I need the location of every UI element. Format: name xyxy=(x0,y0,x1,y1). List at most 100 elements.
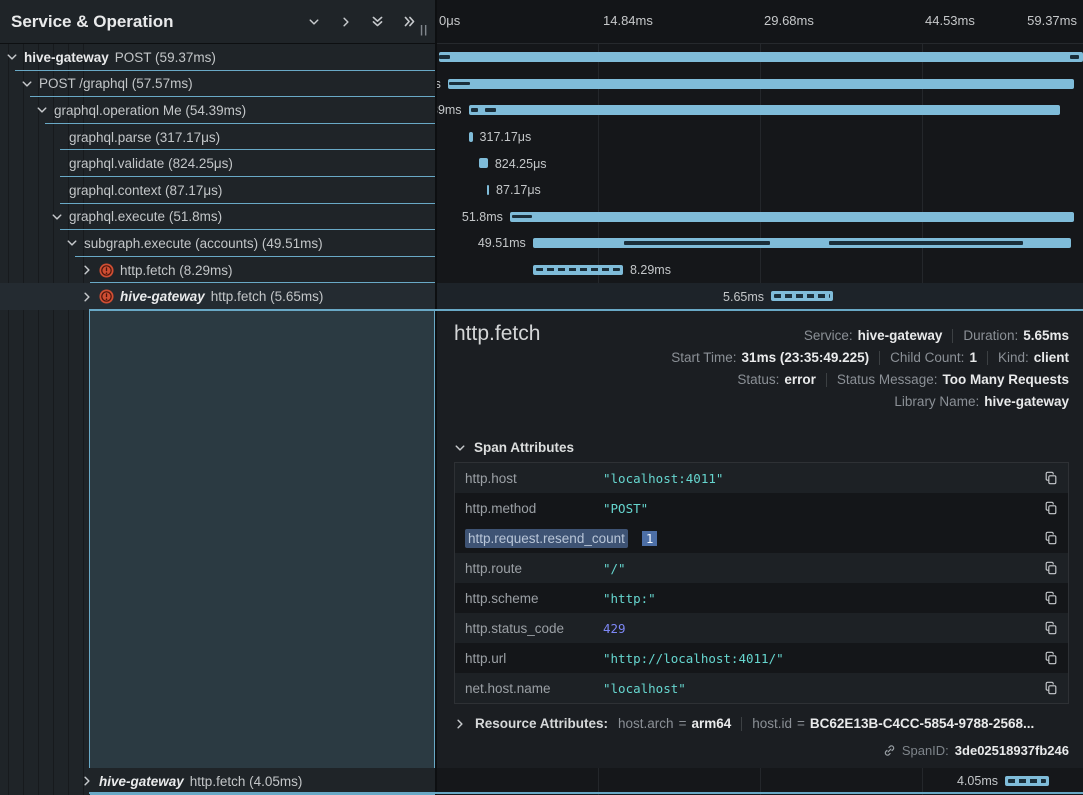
tree-row[interactable]: hive-gatewayPOST (59.37ms) xyxy=(0,44,435,71)
copy-button[interactable] xyxy=(1044,591,1058,605)
tick-label: 0μs xyxy=(439,13,460,28)
copy-button[interactable] xyxy=(1044,651,1058,665)
span-bar[interactable] xyxy=(533,265,623,275)
span-bar-label: 824.25μs xyxy=(495,157,547,171)
chevron-down-icon[interactable] xyxy=(51,211,63,223)
span-bar[interactable] xyxy=(771,291,832,301)
resource-attributes-row[interactable]: Resource Attributes: host.arch=arm64host… xyxy=(454,716,1034,731)
chevron-down-icon[interactable] xyxy=(36,104,48,116)
attr-value: "http:" xyxy=(603,591,1044,606)
attr-row[interactable]: net.host.name"localhost" xyxy=(455,673,1068,703)
meta-value: Too Many Requests xyxy=(942,369,1069,391)
copy-button[interactable] xyxy=(1044,681,1058,695)
chevron-right-icon[interactable] xyxy=(81,291,93,303)
meta-separator xyxy=(952,329,953,343)
span-bar-label: 57.57ms xyxy=(437,77,441,91)
attr-row[interactable]: http.request.resend_count1 xyxy=(455,523,1068,553)
timeline-row[interactable]: 8.29ms xyxy=(437,257,1083,284)
attr-row[interactable]: http.scheme"http:" xyxy=(455,583,1068,613)
timeline-row[interactable]: 87.17μs xyxy=(437,177,1083,204)
timeline-row[interactable]: 54.39ms xyxy=(437,97,1083,124)
tree-row[interactable]: graphql.execute (51.8ms) xyxy=(0,204,435,231)
child-span-segment xyxy=(471,108,479,112)
span-bar[interactable] xyxy=(448,79,1074,89)
tree-row[interactable]: POST /graphql (57.57ms) xyxy=(0,71,435,98)
double-chevron-down-icon xyxy=(371,15,384,28)
meta-row: Start Time:31ms (23:35:49.225)Child Coun… xyxy=(671,347,1069,369)
attr-key: http.route xyxy=(455,561,603,576)
meta-row: Status:errorStatus Message:Too Many Requ… xyxy=(737,369,1069,391)
expand-one-button[interactable] xyxy=(334,10,357,33)
timeline-row[interactable]: 57.57ms xyxy=(437,71,1083,98)
attr-row[interactable]: http.method"POST" xyxy=(455,493,1068,523)
tree-row[interactable]: hive-gatewayhttp.fetch (4.05ms) xyxy=(0,768,435,795)
child-span-segment xyxy=(439,55,450,59)
trace-viewer: hive-gatewayPOST (59.37ms)POST /graphql … xyxy=(0,0,1083,795)
chevron-down-icon[interactable] xyxy=(21,78,33,90)
span-label: POST (59.37ms) xyxy=(115,50,216,65)
timeline-row[interactable]: 51.8ms xyxy=(437,204,1083,231)
chevron-down-icon[interactable] xyxy=(6,51,18,63)
copy-button[interactable] xyxy=(1044,621,1058,635)
span-bar-label: 4.05ms xyxy=(957,774,998,788)
span-bar[interactable] xyxy=(439,52,1083,62)
meta-value: 5.65ms xyxy=(1023,325,1069,347)
meta-value: client xyxy=(1034,347,1069,369)
attr-key: http.status_code xyxy=(455,621,603,636)
tick-label: 44.53ms xyxy=(925,13,975,28)
chevron-down-icon[interactable] xyxy=(66,237,78,249)
attr-row[interactable]: http.status_code429 xyxy=(455,613,1068,643)
tree-row[interactable]: graphql.validate (824.25μs) xyxy=(0,150,435,177)
attr-value: 1 xyxy=(642,531,1044,546)
span-bar[interactable] xyxy=(510,212,1074,222)
timeline-row[interactable]: 49.51ms xyxy=(437,230,1083,257)
expand-all-button[interactable] xyxy=(398,10,421,33)
collapse-all-button[interactable] xyxy=(366,10,389,33)
copy-button[interactable] xyxy=(1044,531,1058,545)
attr-key: http.url xyxy=(455,651,603,666)
span-bar[interactable] xyxy=(469,132,472,142)
attr-value: "localhost:4011" xyxy=(603,471,1044,486)
copy-button[interactable] xyxy=(1044,471,1058,485)
attr-row[interactable]: http.host"localhost:4011" xyxy=(455,463,1068,493)
span-id-value: 3de02518937fb246 xyxy=(955,743,1069,758)
span-bar[interactable] xyxy=(469,105,1061,115)
meta-label: Kind: xyxy=(998,347,1029,369)
span-label: graphql.execute (51.8ms) xyxy=(69,209,222,224)
timeline-row[interactable]: 59.37ms xyxy=(437,44,1083,71)
tree-row[interactable]: graphql.operation Me (54.39ms) xyxy=(0,97,435,124)
span-bar[interactable] xyxy=(533,238,1072,248)
chevron-right-icon[interactable] xyxy=(81,264,93,276)
selected-span-expanded-area xyxy=(89,311,435,768)
tree-row[interactable]: http.fetch (8.29ms) xyxy=(0,257,435,284)
span-detail-title: http.fetch xyxy=(454,322,540,346)
span-label: graphql.operation Me (54.39ms) xyxy=(54,103,246,118)
span-label: http.fetch (8.29ms) xyxy=(120,263,233,278)
tree-row[interactable]: hive-gatewayhttp.fetch (5.65ms) xyxy=(0,283,435,310)
span-meta: Service:hive-gatewayDuration:5.65msStart… xyxy=(671,325,1069,413)
span-bar[interactable] xyxy=(1005,776,1049,786)
span-bar[interactable] xyxy=(487,185,489,195)
attr-row[interactable]: http.url"http://localhost:4011/" xyxy=(455,643,1068,673)
collapse-one-button[interactable] xyxy=(302,10,325,33)
span-bar[interactable] xyxy=(479,158,488,168)
copy-button[interactable] xyxy=(1044,501,1058,515)
timeline-row[interactable]: 317.17μs xyxy=(437,124,1083,151)
copy-button[interactable] xyxy=(1044,561,1058,575)
double-chevron-right-icon xyxy=(403,15,416,28)
panel-resize-handle[interactable]: || xyxy=(420,24,428,36)
link-icon[interactable] xyxy=(883,744,896,757)
meta-row: Service:hive-gatewayDuration:5.65ms xyxy=(804,325,1069,347)
meta-label: Library Name: xyxy=(894,391,979,413)
tree-row[interactable]: graphql.context (87.17μs) xyxy=(0,177,435,204)
timeline-row[interactable]: 5.65ms xyxy=(437,283,1083,310)
attr-row[interactable]: http.route"/" xyxy=(455,553,1068,583)
tree-row[interactable]: graphql.parse (317.17μs) xyxy=(0,124,435,151)
timeline-row[interactable]: 4.05ms xyxy=(437,768,1083,795)
tree-row[interactable]: subgraph.execute (accounts) (49.51ms) xyxy=(0,230,435,257)
timeline-row[interactable]: 824.25μs xyxy=(437,150,1083,177)
chevron-right-icon[interactable] xyxy=(81,775,93,787)
child-span-segment xyxy=(512,215,532,219)
chevron-down-icon xyxy=(454,442,466,454)
span-attributes-header[interactable]: Span Attributes xyxy=(454,440,574,455)
